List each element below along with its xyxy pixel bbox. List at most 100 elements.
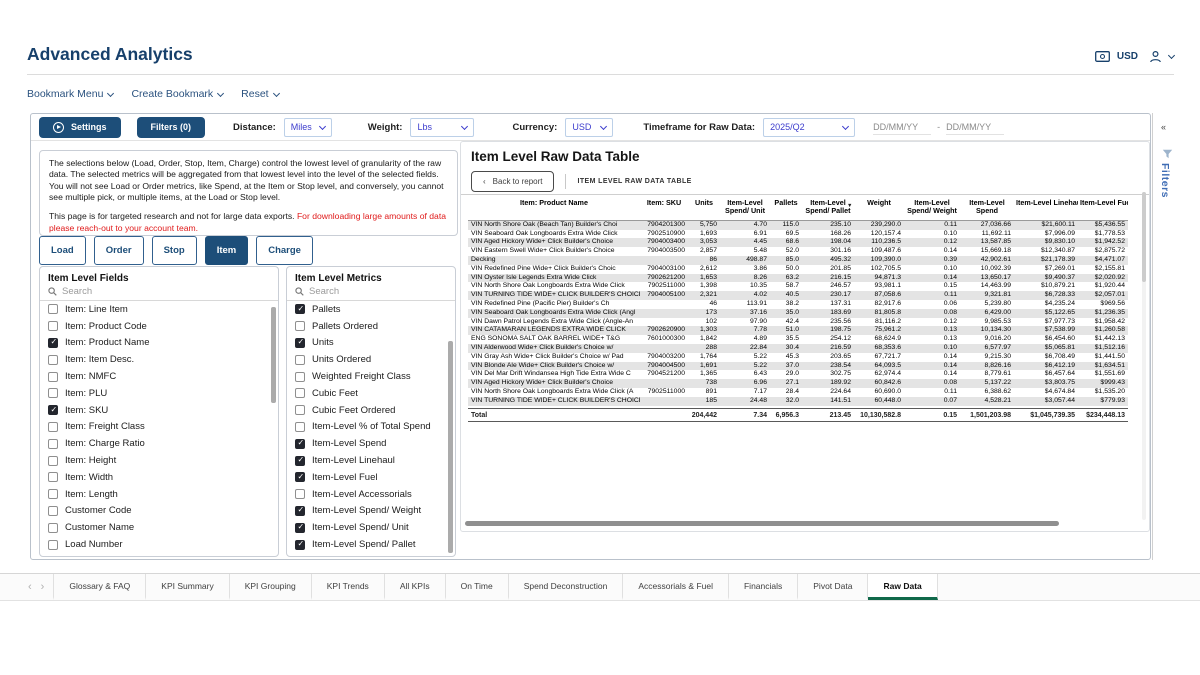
user-menu-chevron-icon[interactable] bbox=[1168, 52, 1175, 59]
field-checkbox-row[interactable]: Item: Freight Class bbox=[40, 419, 278, 436]
sort-descending-icon[interactable]: ▼ bbox=[847, 203, 852, 209]
date-from-input[interactable]: DD/MM/YY bbox=[873, 119, 931, 135]
column-header[interactable]: Item-Level Spend bbox=[960, 197, 1014, 220]
table-row[interactable]: VIN Seaboard Oak Longboards Extra Wide C… bbox=[468, 309, 1128, 318]
tabs-next-icon[interactable]: › bbox=[41, 581, 45, 593]
level-button[interactable]: Item bbox=[205, 236, 249, 265]
column-header[interactable]: Weight bbox=[854, 197, 904, 220]
table-row[interactable]: ENG SONOMA SALT OAK BARREL WIDE+ T&G 760… bbox=[468, 335, 1128, 344]
column-header[interactable]: Item-Level Linehaul bbox=[1014, 197, 1078, 220]
table-row[interactable]: VIN CATAMARAN LEGENDS EXTRA WIDE CLICK 7… bbox=[468, 326, 1128, 335]
metric-checkbox-row[interactable]: Weighted Freight Class bbox=[287, 368, 455, 385]
metric-checkbox-row[interactable]: Item-Level Spend bbox=[287, 435, 455, 452]
fields-search-input[interactable]: Search bbox=[40, 285, 278, 301]
table-row[interactable]: VIN Aged Hickory Wide+ Click Builder's C… bbox=[468, 238, 1128, 247]
table-row[interactable]: VIN Aged Hickory Wide+ Click Builder's C… bbox=[468, 379, 1128, 388]
table-row[interactable]: Decking 86 498.87 85.0 495.32 109,390.0 … bbox=[468, 256, 1128, 265]
user-icon[interactable] bbox=[1149, 50, 1162, 63]
report-page-tab[interactable]: KPI Summary bbox=[146, 574, 229, 600]
report-page-tab[interactable]: Pivot Data bbox=[798, 574, 868, 600]
checkbox-icon[interactable] bbox=[48, 456, 58, 466]
metric-checkbox-row[interactable]: Item-Level Spend/ Pallet bbox=[287, 536, 455, 553]
table-row[interactable]: VIN TURNING TIDE WIDE+ CLICK BUILDER'S C… bbox=[468, 291, 1128, 300]
field-checkbox-row[interactable]: Item: Item Desc. bbox=[40, 351, 278, 368]
field-checkbox-row[interactable]: Item: Charge Ratio bbox=[40, 435, 278, 452]
table-row[interactable]: VIN Blonde Ale Wide+ Click Builder's Cho… bbox=[468, 362, 1128, 371]
metric-checkbox-row[interactable]: Units Ordered bbox=[287, 351, 455, 368]
column-header[interactable]: Item: Product Name bbox=[468, 197, 640, 220]
table-row[interactable]: VIN TURNING TIDE WIDE+ CLICK BUILDER'S C… bbox=[468, 397, 1128, 406]
metric-checkbox-row[interactable]: Pallets bbox=[287, 301, 455, 318]
metric-checkbox-row[interactable]: Item-Level Fuel bbox=[287, 469, 455, 486]
report-page-tab[interactable]: Raw Data bbox=[868, 574, 937, 600]
table-vertical-scrollbar[interactable] bbox=[1142, 192, 1146, 520]
table-row[interactable]: VIN Dawn Patrol Legends Extra Wide Click… bbox=[468, 318, 1128, 327]
fields-scrollbar[interactable] bbox=[271, 307, 276, 403]
column-header[interactable]: Item-Level Spend/ Unit bbox=[720, 197, 770, 220]
level-button[interactable]: Charge bbox=[256, 236, 313, 265]
settings-button[interactable]: Settings bbox=[39, 117, 121, 138]
currency-dropdown[interactable]: USD bbox=[565, 118, 613, 137]
table-row[interactable]: VIN North Shore Oak Longboards Extra Wid… bbox=[468, 388, 1128, 397]
report-page-tab[interactable]: Financials bbox=[729, 574, 798, 600]
metric-checkbox-row[interactable]: Cubic Feet bbox=[287, 385, 455, 402]
table-row[interactable]: VIN Redefined Pine Wide+ Click Builder's… bbox=[468, 265, 1128, 274]
column-header[interactable]: Item-Level Spend/ Weight bbox=[904, 197, 960, 220]
table-row[interactable]: VIN Redefined Pine (Pacific Pier) Builde… bbox=[468, 300, 1128, 309]
table-row[interactable]: VIN Gray Ash Wide+ Click Builder's Choic… bbox=[468, 353, 1128, 362]
checkbox-icon[interactable] bbox=[48, 422, 58, 432]
tabs-prev-icon[interactable]: ‹ bbox=[28, 581, 32, 593]
field-checkbox-row[interactable]: Item: Length bbox=[40, 486, 278, 503]
field-checkbox-row[interactable]: Item: Product Code bbox=[40, 318, 278, 335]
field-checkbox-row[interactable]: Item: Line Item bbox=[40, 301, 278, 318]
checkbox-icon[interactable] bbox=[48, 321, 58, 331]
table-horizontal-scrollbar[interactable] bbox=[465, 521, 1059, 526]
metric-checkbox-row[interactable]: Item-Level Spend/ Weight bbox=[287, 503, 455, 520]
timeframe-dropdown[interactable]: 2025/Q2 bbox=[763, 118, 855, 137]
bookmark-menu-item[interactable]: Create Bookmark bbox=[131, 88, 223, 100]
table-row[interactable]: VIN Alderwood Wide+ Click Builder's Choi… bbox=[468, 344, 1128, 353]
checkbox-icon[interactable] bbox=[295, 456, 305, 466]
checkbox-icon[interactable] bbox=[48, 338, 58, 348]
bookmark-menu-item[interactable]: Bookmark Menu bbox=[27, 88, 113, 100]
checkbox-icon[interactable] bbox=[295, 321, 305, 331]
metric-checkbox-row[interactable]: Cubic Feet Ordered bbox=[287, 402, 455, 419]
date-to-input[interactable]: DD/MM/YY bbox=[946, 119, 1004, 135]
field-checkbox-row[interactable]: Customer Name bbox=[40, 519, 278, 536]
field-checkbox-row[interactable]: Item: NMFC bbox=[40, 368, 278, 385]
metric-checkbox-row[interactable]: Item-Level % of Total Spend bbox=[287, 419, 455, 436]
checkbox-icon[interactable] bbox=[48, 439, 58, 449]
filters-pane-label[interactable]: Filters bbox=[1159, 163, 1171, 198]
checkbox-icon[interactable] bbox=[48, 506, 58, 516]
table-row[interactable]: VIN Del Mar Drift Windansea High Tide Ex… bbox=[468, 370, 1128, 379]
field-checkbox-row[interactable]: Item: Width bbox=[40, 469, 278, 486]
checkbox-icon[interactable] bbox=[295, 372, 305, 382]
checkbox-icon[interactable] bbox=[295, 338, 305, 348]
metrics-scrollbar[interactable] bbox=[448, 341, 453, 553]
weight-dropdown[interactable]: Lbs bbox=[410, 118, 474, 137]
checkbox-icon[interactable] bbox=[48, 472, 58, 482]
checkbox-icon[interactable] bbox=[295, 540, 305, 550]
report-page-tab[interactable]: All KPIs bbox=[385, 574, 446, 600]
column-header[interactable]: Pallets bbox=[770, 197, 802, 220]
checkbox-icon[interactable] bbox=[48, 523, 58, 533]
column-header[interactable]: Item: SKU bbox=[640, 197, 688, 220]
distance-dropdown[interactable]: Miles bbox=[284, 118, 332, 137]
report-page-tab[interactable]: Glossary & FAQ bbox=[53, 574, 146, 600]
metric-checkbox-row[interactable]: Item-Level Accessorials bbox=[287, 486, 455, 503]
checkbox-icon[interactable] bbox=[295, 304, 305, 314]
metric-checkbox-row[interactable]: Units bbox=[287, 335, 455, 352]
table-row[interactable]: VIN North Shore Oak (Beach Tan) Builder'… bbox=[468, 220, 1128, 229]
column-header[interactable]: Item-Level Fuel bbox=[1078, 197, 1128, 220]
checkbox-icon[interactable] bbox=[48, 355, 58, 365]
checkbox-icon[interactable] bbox=[295, 355, 305, 365]
checkbox-icon[interactable] bbox=[295, 489, 305, 499]
checkbox-icon[interactable] bbox=[295, 405, 305, 415]
checkbox-icon[interactable] bbox=[295, 523, 305, 533]
table-row[interactable]: VIN Oyster Isle Legends Extra Wide Click… bbox=[468, 274, 1128, 283]
report-page-tab[interactable]: Accessorials & Fuel bbox=[623, 574, 729, 600]
report-page-tab[interactable]: KPI Trends bbox=[312, 574, 385, 600]
metric-checkbox-row[interactable]: Item-Level Linehaul bbox=[287, 452, 455, 469]
table-row[interactable]: VIN Eastern Swell Wide+ Click Builder's … bbox=[468, 247, 1128, 256]
checkbox-icon[interactable] bbox=[48, 540, 58, 550]
